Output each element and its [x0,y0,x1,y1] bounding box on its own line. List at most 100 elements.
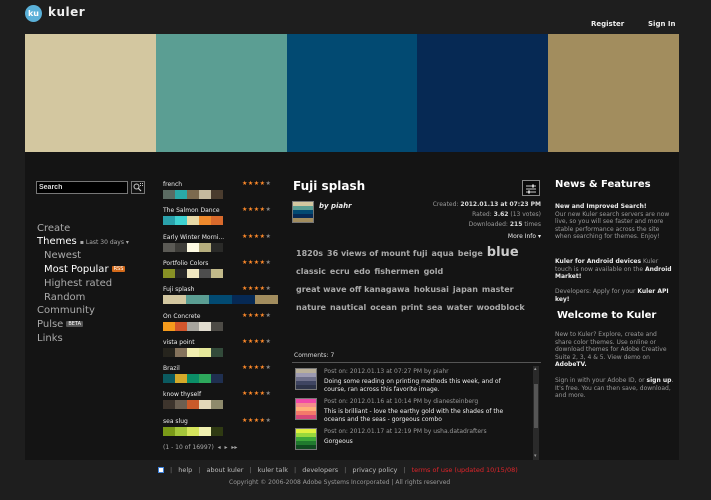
last-page-icon[interactable]: ▸▸ [229,444,237,451]
theme-rating-stars[interactable]: ★★★★★ [242,206,271,213]
nav-themes[interactable]: Themes ▪ Last 30 days ▾ [37,236,129,247]
brand-name[interactable]: kuler [48,5,85,19]
tag-link[interactable]: ocean [370,300,397,315]
scroll-up-icon[interactable]: ▴ [534,367,537,372]
theme-rating-stars[interactable]: ★★★★★ [242,312,271,319]
comment-theme-thumbnail[interactable] [295,398,317,420]
theme-rating-stars[interactable]: ★★★★★ [242,417,271,424]
nav-most-popular-label[interactable]: Most Popular [44,264,109,275]
sign-in-link[interactable]: Sign In [648,20,675,28]
theme-rating-stars[interactable]: ★★★★★ [242,259,271,266]
theme-rating-stars[interactable]: ★★★★★ [242,285,271,292]
tag-link[interactable]: 1820s [296,246,323,261]
sign-up-link[interactable]: sign up [647,377,672,384]
tag-link[interactable]: sea [427,300,443,315]
scroll-thumb[interactable] [534,384,538,428]
theme-options-icon[interactable] [522,180,540,196]
prev-icon[interactable]: ◂ [216,444,221,451]
adobetv-link[interactable]: AdobeTV. [555,361,587,368]
tag-link[interactable]: nature [296,300,326,315]
theme-rating-stars[interactable]: ★★★★★ [242,390,271,397]
tag-link[interactable]: print [401,300,423,315]
comment-theme-thumbnail[interactable] [295,428,317,450]
chevron-down-icon[interactable]: ▾ [538,233,541,240]
next-icon[interactable]: ▸ [223,444,227,451]
theme-list-swatches[interactable] [163,242,223,252]
tag-link[interactable]: fishermen [374,264,419,279]
tag-link[interactable]: woodblock [477,300,525,315]
footer-terms[interactable]: terms of use (updated 10/15/08) [412,466,518,474]
scroll-down-icon[interactable]: ▾ [534,454,537,459]
footer-privacy[interactable]: privacy policy [352,466,397,474]
nav-create[interactable]: Create [37,223,70,234]
footer-developers[interactable]: developers [302,466,338,474]
palette-swatch[interactable] [548,34,679,152]
palette-swatch[interactable] [155,34,287,152]
theme-list-swatches[interactable] [163,426,223,436]
theme-rating-stars[interactable]: ★★★★★ [242,338,271,345]
theme-list-swatches[interactable] [163,190,223,199]
theme-list-name[interactable]: Early Winter Morni... [163,234,224,241]
theme-list-name[interactable]: know thyself [163,391,201,398]
nav-most-popular[interactable]: Most Popular RSS [44,264,126,275]
tag-link[interactable]: beige [458,246,483,261]
news2-title[interactable]: Kuler for Android devices [555,258,641,265]
theme-list-swatches[interactable] [163,216,223,226]
tag-link[interactable]: blue [487,245,519,260]
rss-badge[interactable]: RSS [111,266,126,272]
tag-link[interactable]: edo [354,264,371,279]
tag-link[interactable]: water [447,300,473,315]
nav-highest-rated[interactable]: Highest rated [44,278,112,289]
theme-list-swatches[interactable] [163,347,223,357]
tag-link[interactable]: classic [296,264,326,279]
theme-list-name[interactable]: vista point [163,339,195,346]
nav-community[interactable]: Community [37,305,95,316]
tag-link[interactable]: great wave off kanagawa [296,282,410,297]
theme-list-swatches[interactable] [163,295,278,305]
theme-list-name[interactable]: Fuji splash [163,286,194,293]
tag-link[interactable]: aqua [432,246,454,261]
nav-pulse[interactable]: Pulse BETA [37,319,84,330]
theme-list-swatches[interactable] [163,400,223,410]
tag-link[interactable]: ecru [330,264,350,279]
themes-range-dropdown[interactable]: ▪ Last 30 days ▾ [80,239,129,246]
nav-pulse-label[interactable]: Pulse [37,319,63,330]
theme-rating-stars[interactable]: ★★★★★ [242,364,271,371]
nav-links[interactable]: Links [37,333,63,344]
tag-link[interactable]: gold [424,264,444,279]
register-link[interactable]: Register [591,20,624,28]
footer-talk[interactable]: kuler talk [258,466,288,474]
tag-link[interactable]: master [482,282,514,297]
theme-list-name[interactable]: sea slug [163,418,188,425]
theme-list-swatches[interactable] [163,374,223,384]
nav-random[interactable]: Random [44,292,85,303]
theme-list-name[interactable]: The Salmon Dance [163,207,220,214]
tag-link[interactable]: japan [453,282,478,297]
nav-themes-label[interactable]: Themes [37,236,77,247]
tag-link[interactable]: hokusai [414,282,449,297]
author-link[interactable]: piahr [331,202,352,210]
theme-list-name[interactable]: Portfolio Colors [163,260,208,267]
theme-list-swatches[interactable] [163,321,223,331]
themes-range-label[interactable]: Last 30 days [86,239,124,246]
theme-list-name[interactable]: french [163,181,182,188]
more-info-toggle[interactable]: More Info ▾ [480,233,541,240]
footer-help[interactable]: help [178,466,192,474]
search-input[interactable] [36,181,128,194]
palette-swatch[interactable] [25,34,156,152]
tag-link[interactable]: nautical [330,300,366,315]
theme-list-name[interactable]: Brazil [163,365,180,372]
footer-about[interactable]: about kuler [206,466,243,474]
theme-thumbnail[interactable] [292,201,314,223]
comment-theme-thumbnail[interactable] [295,368,317,390]
more-info-label[interactable]: More Info [508,233,536,240]
news1-title[interactable]: New and Improved Search! [555,203,647,210]
kuler-logo[interactable]: ku [25,5,42,22]
tag-link[interactable]: 36 views of mount fuji [327,246,428,261]
palette-swatch[interactable] [417,34,549,152]
comments-scrollbar[interactable]: ▴ ▾ [533,366,539,460]
theme-list-name[interactable]: On Concrete [163,313,200,320]
theme-rating-stars[interactable]: ★★★★★ [242,233,271,240]
palette-swatch[interactable] [286,34,418,152]
theme-rating-stars[interactable]: ★★★★★ [242,180,271,187]
